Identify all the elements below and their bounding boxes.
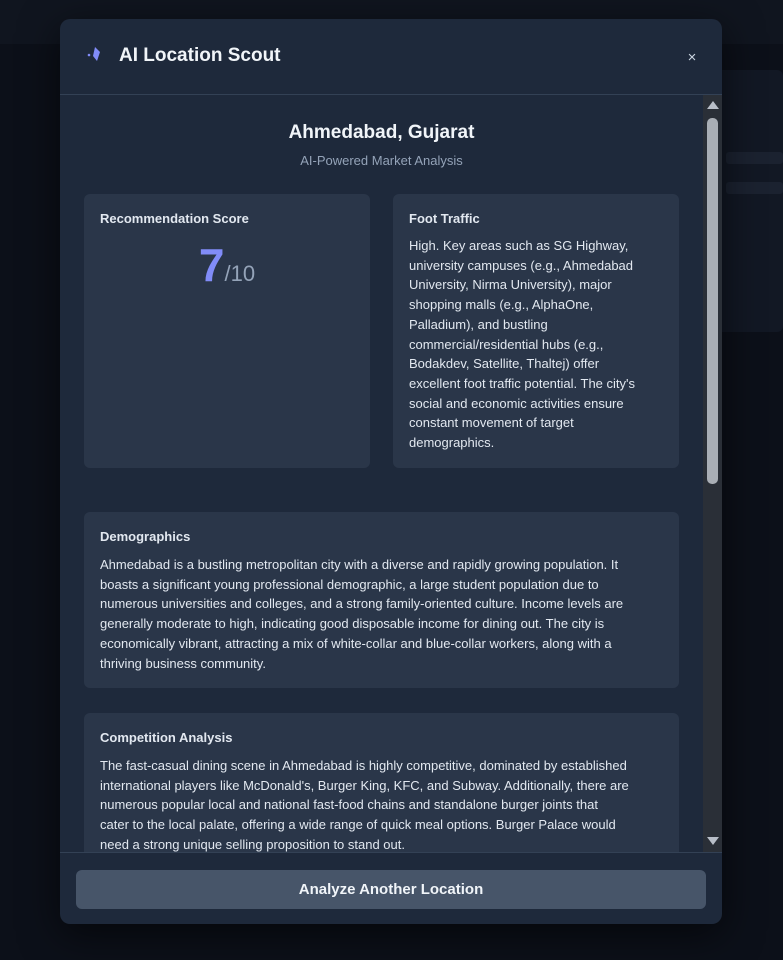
text-line: numerous universities and colleges, and … bbox=[100, 596, 624, 612]
background-text-line bbox=[726, 152, 783, 164]
text-line: Ahmedabad is a bustling metropolitan cit… bbox=[100, 557, 619, 572]
demographics-text: Ahmedabad is a bustling metropolitan cit… bbox=[100, 555, 672, 673]
modal-scrollbar[interactable] bbox=[703, 95, 722, 852]
text-line: University, Nirma University), major bbox=[409, 277, 612, 293]
competition-text: The fast-casual dining scene in Ahmedaba… bbox=[100, 756, 672, 852]
scrollbar-thumb[interactable] bbox=[707, 118, 718, 484]
analysis-subtitle: AI-Powered Market Analysis bbox=[300, 153, 463, 168]
text-line: thriving business community. bbox=[100, 655, 266, 671]
modal-body[interactable]: Ahmedabad, Gujarat AI-Powered Market Ana… bbox=[60, 95, 722, 852]
competition-title: Competition Analysis bbox=[100, 730, 233, 745]
location-scout-icon bbox=[86, 46, 104, 64]
text-line: commercial/residential hubs (e.g., bbox=[409, 336, 604, 352]
modal-footer: Analyze Another Location bbox=[60, 852, 722, 924]
score-value: 7 bbox=[198, 239, 225, 291]
text-line: Palladium), and bustling bbox=[409, 316, 548, 332]
scroll-down-arrow-icon[interactable] bbox=[707, 837, 719, 845]
text-line: generally moderate to high, indicating g… bbox=[100, 616, 605, 632]
score-max: /10 bbox=[224, 261, 256, 286]
text-line: need a strong unique selling proposition… bbox=[100, 836, 405, 852]
text-line: demographics. bbox=[409, 435, 495, 451]
text-line: boasts a significant young professional … bbox=[100, 576, 599, 592]
scroll-up-arrow-icon[interactable] bbox=[707, 101, 719, 109]
text-line: international players like McDonald's, B… bbox=[100, 777, 629, 793]
demographics-card: Demographics Ahmedabad is a bustling met… bbox=[84, 512, 679, 688]
score-display: 7/10 bbox=[84, 238, 370, 292]
city-title: Ahmedabad, Gujarat bbox=[288, 122, 475, 143]
text-line: economically vibrant, attracting a mix o… bbox=[100, 635, 612, 651]
score-card: Recommendation Score 7/10 bbox=[84, 194, 370, 468]
text-line: constant movement of target bbox=[409, 415, 574, 431]
analyze-another-location-button[interactable]: Analyze Another Location bbox=[76, 870, 706, 909]
location-scout-modal: AI Location Scout × Ahmedabad, Gujarat A… bbox=[60, 19, 722, 924]
foot-traffic-title: Foot Traffic bbox=[409, 211, 480, 226]
competition-card: Competition Analysis The fast-casual din… bbox=[84, 713, 679, 852]
text-line: excellent foot traffic potential. The ci… bbox=[409, 375, 636, 391]
foot-traffic-text: High. Key areas such as SG Highway, univ… bbox=[409, 236, 671, 453]
modal-header: AI Location Scout × bbox=[60, 19, 722, 95]
text-line: cater to the local palate, offering a wi… bbox=[100, 817, 616, 833]
score-card-title: Recommendation Score bbox=[100, 211, 249, 226]
modal-title: AI Location Scout bbox=[119, 45, 281, 66]
text-line: numerous popular local and national fast… bbox=[100, 797, 598, 813]
text-line: university campuses (e.g., Ahmedabad bbox=[409, 257, 634, 273]
text-line: social and economic activities ensure bbox=[409, 395, 624, 411]
text-line: Bodakdev, Satellite, Thaltej) offer bbox=[409, 356, 600, 372]
foot-traffic-card: Foot Traffic High. Key areas such as SG … bbox=[393, 194, 679, 468]
text-line: The fast-casual dining scene in Ahmedaba… bbox=[100, 758, 627, 773]
background-text-line bbox=[726, 182, 783, 194]
text-line: shopping malls (e.g., AlphaOne, bbox=[409, 297, 594, 313]
demographics-title: Demographics bbox=[100, 529, 191, 544]
text-line: High. Key areas such as SG Highway, bbox=[409, 238, 629, 253]
close-icon[interactable]: × bbox=[683, 49, 701, 67]
